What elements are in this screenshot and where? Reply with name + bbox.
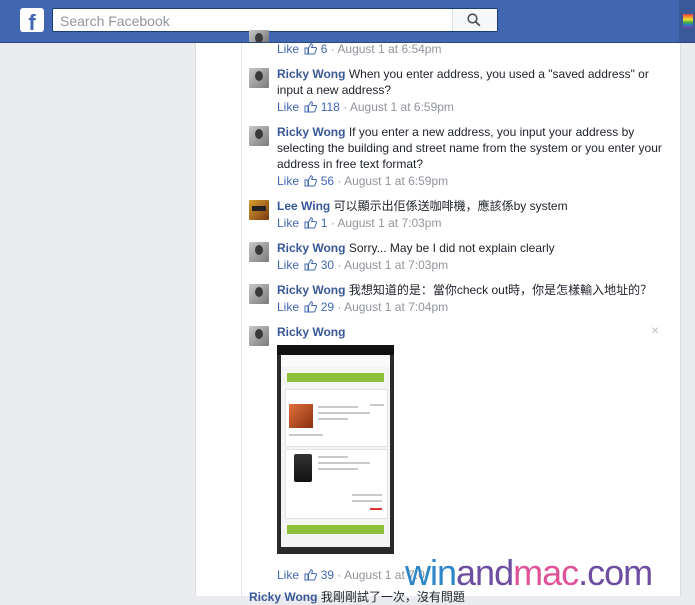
like-button[interactable]: Like [277,100,299,114]
attached-screenshot[interactable] [277,345,394,554]
commenter-name[interactable]: Ricky Wong [277,67,345,81]
phone-screen [281,367,390,547]
comment-body: Ricky Wong If you enter a new address, y… [277,124,662,172]
comment-meta: Like 56 · August 1 at 6:59pm [277,174,449,190]
phone-green-bar [287,373,384,382]
like-button[interactable]: Like [277,300,299,314]
like-button[interactable]: Like [277,42,299,56]
commenter-name[interactable]: Lee Wing [277,199,330,213]
thumbs-up-icon [304,259,318,274]
thumbs-up-icon [304,301,318,316]
like-button[interactable]: Like [277,216,299,230]
like-count[interactable]: 6 [321,42,328,56]
comment-body: Ricky Wong 我想知道的是：當你check out時，你是怎樣輸入地址的… [277,282,662,298]
comment-body: Ricky Wong Sorry... May be I did not exp… [277,240,662,256]
comment-meta: Like 39 · August 1 at 7:0 [277,568,425,584]
comment-text: 可以顯示出佢係送咖啡機，應該係by system [333,199,568,213]
comment-meta: Like 6 · August 1 at 6:54pm [277,42,442,58]
like-count[interactable]: 39 [321,568,334,582]
thumbs-up-icon [304,43,318,58]
like-count[interactable]: 56 [321,174,334,188]
comment-body: Ricky Wong [277,324,662,340]
thumbs-up-icon [304,217,318,232]
like-button[interactable]: Like [277,174,299,188]
like-count[interactable]: 29 [321,300,334,314]
phone-green-button [287,525,384,534]
watermark: winandmac.com [405,552,653,593]
comment-time[interactable]: August 1 at 6:59pm [350,100,454,114]
comment-meta: Like 30 · August 1 at 7:03pm [277,258,449,274]
thumbs-up-icon [304,569,318,584]
thread-line [241,43,242,596]
comment-meta: Like 118 · August 1 at 6:59pm [277,100,454,116]
search-icon [467,13,481,27]
comment-time[interactable]: August 1 at 6:59pm [344,174,448,188]
like-button[interactable]: Like [277,568,299,582]
comment-body: Lee Wing 可以顯示出佢係送咖啡機，應該係by system [277,198,662,214]
rainbow-flag-icon [683,14,693,28]
comment-meta: Like 29 · August 1 at 7:04pm [277,300,449,316]
comment-time[interactable]: August 1 at 6:54pm [337,42,441,56]
commenter-name[interactable]: Ricky Wong [277,283,345,297]
avatar[interactable] [249,326,269,346]
food-thumbnail [289,404,313,428]
avatar[interactable] [249,284,269,304]
commenter-name[interactable]: Ricky Wong [249,590,317,604]
search-box [52,8,498,32]
commenter-name[interactable]: Ricky Wong [277,125,345,139]
right-column [680,43,695,596]
avatar[interactable] [249,30,269,42]
avatar[interactable] [249,200,269,220]
phone-order-card [285,449,388,519]
comment-time[interactable]: August 1 at 7:03pm [344,258,448,272]
close-icon[interactable]: × [651,322,659,338]
like-count[interactable]: 118 [321,100,340,114]
comment-text: Sorry... May be I did not explain clearl… [348,241,555,255]
like-count[interactable]: 30 [321,258,334,272]
thumbs-up-icon [304,101,318,116]
like-button[interactable]: Like [277,258,299,272]
search-input[interactable] [58,11,452,31]
thumbs-up-icon [304,175,318,190]
phone-order-card [285,389,388,447]
comment-time[interactable]: August 1 at 7:03pm [337,216,441,230]
coffee-machine-thumbnail [294,454,312,482]
left-column [0,43,195,596]
like-count[interactable]: 1 [321,216,328,230]
top-bar: f [0,0,695,43]
comment-body: Ricky Wong When you enter address, you u… [277,66,662,98]
search-button[interactable] [452,9,497,31]
facebook-logo-icon[interactable]: f [20,8,44,32]
commenter-name[interactable]: Ricky Wong [277,241,345,255]
comment-meta: Like 1 · August 1 at 7:03pm [277,216,442,232]
comment-time[interactable]: August 1 at 7:04pm [344,300,448,314]
avatar[interactable] [249,68,269,88]
avatar[interactable] [249,242,269,262]
commenter-name[interactable]: Ricky Wong [277,325,345,339]
avatar[interactable] [249,126,269,146]
comment-text: 我想知道的是：當你check out時，你是怎樣輸入地址的？ [348,283,653,297]
phone-status-bar [277,345,394,355]
